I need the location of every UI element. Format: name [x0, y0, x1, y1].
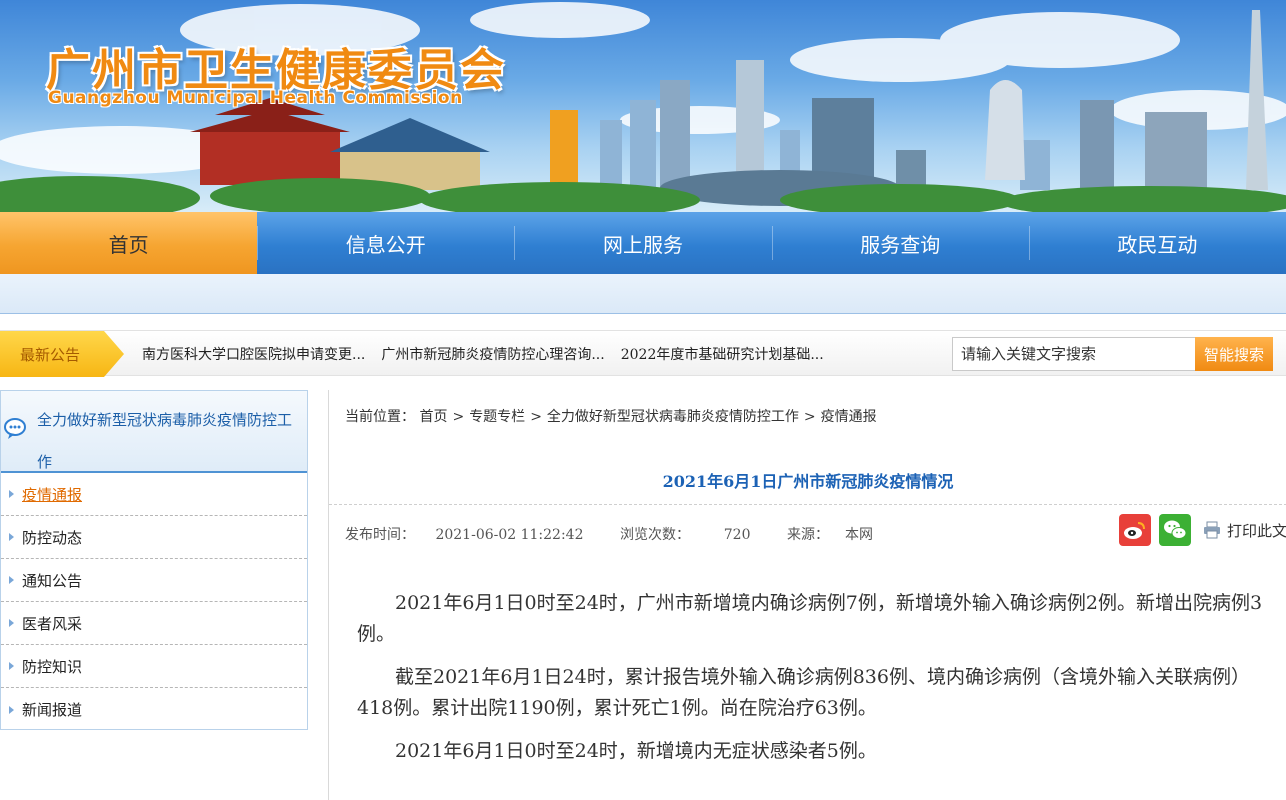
- chat-bubble-icon: [4, 418, 26, 439]
- smart-search-button[interactable]: 智能搜索: [1195, 337, 1273, 371]
- article-title: 2021年6月1日广州市新冠肺炎疫情情况: [662, 472, 954, 491]
- sidebar-item-notices[interactable]: 通知公告: [1, 559, 307, 602]
- nav-service-query[interactable]: 服务查询: [771, 212, 1029, 274]
- nav-public-interaction[interactable]: 政民互动: [1028, 212, 1286, 274]
- article-meta: 发布时间： 2021-06-02 11:22:42 浏览次数： 720 来源： 本…: [345, 524, 905, 544]
- sidebar-item-knowledge[interactable]: 防控知识: [1, 645, 307, 688]
- latest-notice-label: 最新公告: [0, 331, 124, 377]
- breadcrumb-epidemic-report[interactable]: 疫情通报: [821, 409, 877, 425]
- article-paragraph: 2021年6月1日0时至24时，广州市新增境内确诊病例7例，新增境外输入确诊病例…: [357, 592, 1263, 645]
- triangle-bullet-icon: [9, 619, 14, 627]
- nav-home[interactable]: 首页: [0, 212, 258, 274]
- printer-icon: [1204, 521, 1220, 539]
- share-toolbar: 打印此文: [1119, 514, 1286, 546]
- notice-item[interactable]: 广州市新冠肺炎疫情防控心理咨询...: [381, 344, 604, 364]
- main-content: 当前位置： 首页 > 专题专栏 > 全力做好新型冠状病毒肺炎疫情防控工作 > 疫情通报 20…: [328, 390, 1286, 800]
- breadcrumb-label: 当前位置：: [345, 409, 415, 425]
- notice-list: 南方医科大学口腔医院拟申请变更... 广州市新冠肺炎疫情防控心理咨询... 20…: [142, 331, 824, 377]
- triangle-bullet-icon: [9, 705, 14, 714]
- sidebar-title[interactable]: 全力做好新型冠状病毒肺炎疫情防控工作: [37, 399, 303, 483]
- sidebar-header: 全力做好新型冠状病毒肺炎疫情防控工作: [1, 391, 307, 473]
- wechat-share-button[interactable]: [1159, 514, 1191, 546]
- breadcrumb-separator: >: [530, 409, 542, 425]
- breadcrumb-special-topics[interactable]: 专题专栏: [469, 409, 525, 425]
- nav-online-services[interactable]: 网上服务: [514, 212, 771, 274]
- article-body: 2021年6月1日0时至24时，广州市新增境内确诊病例7例，新增境外输入确诊病例…: [357, 588, 1267, 779]
- notice-item[interactable]: 2022年度市基础研究计划基础...: [621, 344, 824, 364]
- wechat-icon: [1164, 520, 1187, 539]
- publish-time-label: 发布时间：: [345, 527, 415, 543]
- triangle-bullet-icon: [9, 662, 14, 670]
- breadcrumb: 当前位置： 首页 > 专题专栏 > 全力做好新型冠状病毒肺炎疫情防控工作 > 疫情通报: [345, 406, 877, 426]
- triangle-bullet-icon: [9, 533, 14, 541]
- sidebar-item-label: 疫情通报: [22, 485, 83, 504]
- sidebar-item-label: 通知公告: [22, 571, 83, 590]
- source-label: 来源：: [786, 527, 829, 543]
- nav-info-disclosure[interactable]: 信息公开: [257, 212, 514, 274]
- sidebar-item-label: 防控知识: [22, 657, 83, 676]
- sidebar-menu: 疫情通报 防控动态 通知公告 医者风采 防控知识 新闻报道: [1, 473, 307, 731]
- article-paragraph: 截至2021年6月1日24时，累计报告境外输入确诊病例836例、境内确诊病例（含…: [357, 666, 1250, 719]
- sidebar-item-label: 防控动态: [22, 528, 83, 547]
- breadcrumb-separator: >: [803, 409, 816, 425]
- print-button[interactable]: 打印此文: [1203, 520, 1286, 541]
- publish-time-value: 2021-06-02 11:22:42: [435, 527, 584, 543]
- sidebar-item-epidemic-report[interactable]: 疫情通报: [1, 473, 307, 516]
- view-count: 浏览次数： 720: [620, 527, 767, 543]
- triangle-bullet-icon: [9, 490, 14, 498]
- triangle-bullet-icon: [9, 576, 14, 584]
- breadcrumb-home[interactable]: 首页: [419, 409, 447, 425]
- search-input[interactable]: [952, 337, 1196, 371]
- breadcrumb-separator: >: [452, 409, 465, 425]
- sidebar-item-label: 医者风采: [22, 614, 83, 633]
- view-count-label: 浏览次数：: [619, 527, 690, 543]
- sub-nav-bar: [0, 274, 1286, 314]
- header-banner: 广州市卫生健康委员会 Guangzhou Municipal Health Co…: [0, 0, 1286, 212]
- sidebar-item-doctors[interactable]: 医者风采: [1, 602, 307, 645]
- weibo-share-button[interactable]: [1119, 514, 1151, 546]
- sidebar: 全力做好新型冠状病毒肺炎疫情防控工作 疫情通报 防控动态 通知公告 医者风采 防…: [0, 390, 308, 730]
- source-value: 本网: [844, 527, 873, 543]
- title-divider: [329, 504, 1286, 505]
- print-label: 打印此文: [1227, 521, 1286, 540]
- notice-bar: 最新公告 南方医科大学口腔医院拟申请变更... 广州市新冠肺炎疫情防控心理咨询.…: [0, 330, 1286, 377]
- main-nav: 首页 信息公开 网上服务 服务查询 政民互动: [0, 212, 1286, 274]
- sidebar-item-press[interactable]: 新闻报道: [1, 688, 307, 731]
- breadcrumb-epidemic-control[interactable]: 全力做好新型冠状病毒肺炎疫情防控工作: [547, 409, 799, 425]
- sidebar-item-label: 新闻报道: [22, 701, 83, 719]
- article-source: 来源： 本网: [787, 527, 889, 543]
- weibo-icon: [1124, 522, 1145, 539]
- article-paragraph: 2021年6月1日0时至24时，新增境内无症状感染者5例。: [395, 740, 877, 762]
- site-subtitle: Guangzhou Municipal Health Commission: [48, 88, 463, 108]
- notice-item[interactable]: 南方医科大学口腔医院拟申请变更...: [142, 344, 365, 364]
- publish-time: 发布时间： 2021-06-02 11:22:42: [345, 527, 600, 543]
- sidebar-item-control-news[interactable]: 防控动态: [1, 516, 307, 559]
- view-count-value: 720: [723, 527, 751, 543]
